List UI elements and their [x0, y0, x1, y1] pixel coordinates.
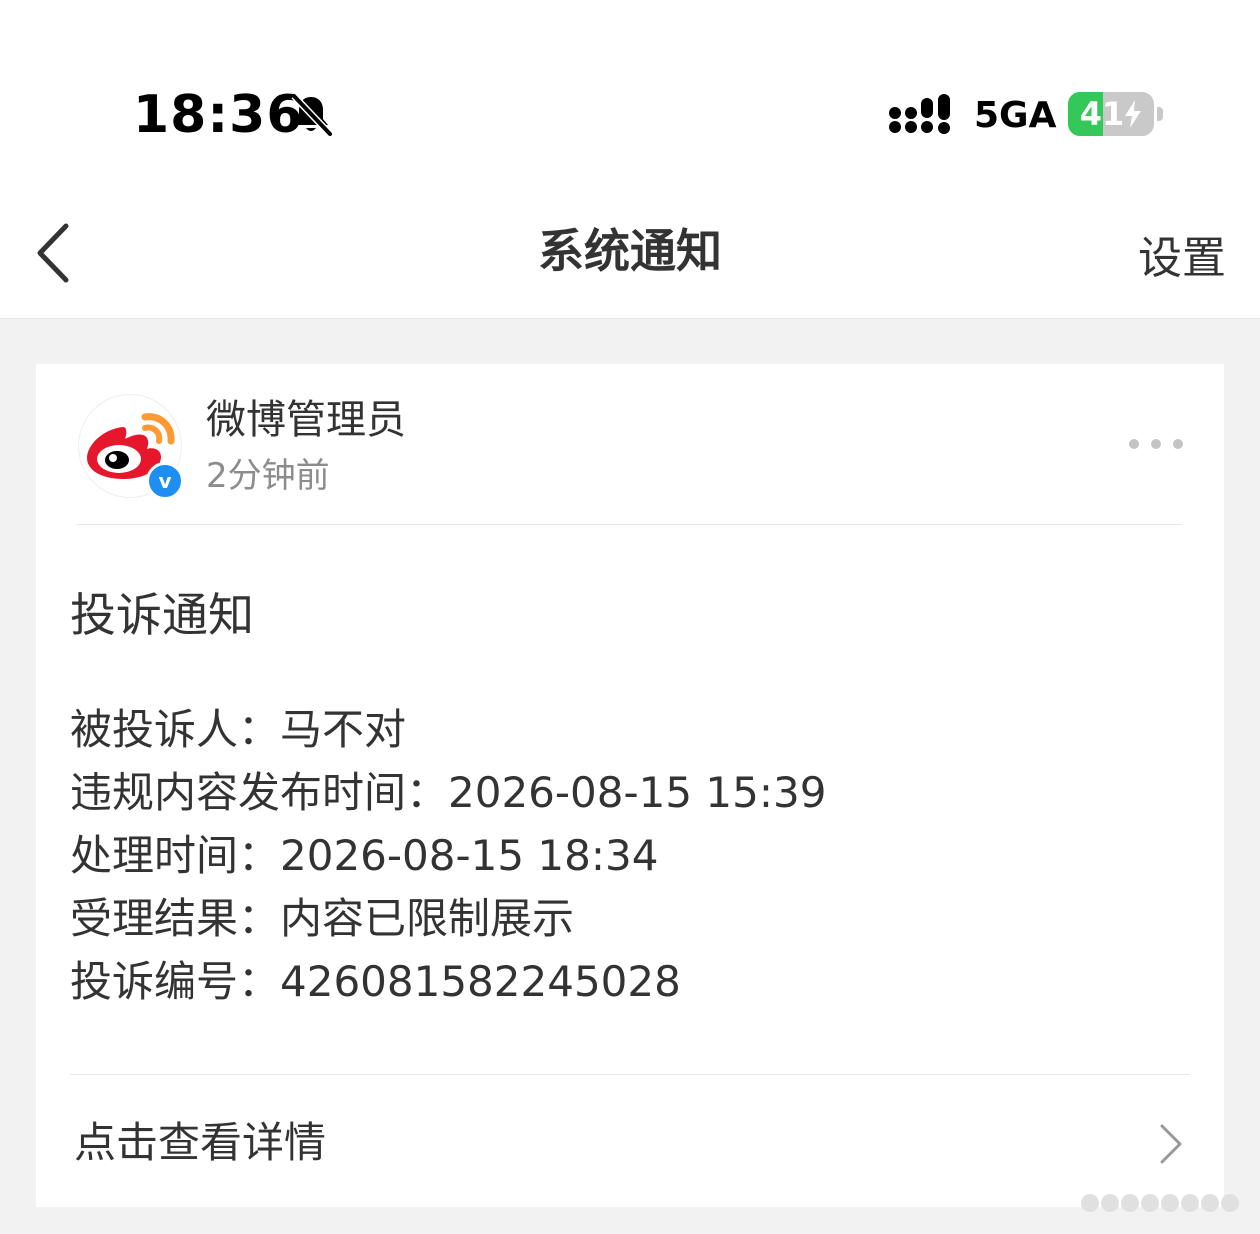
battery-body: 41 — [1068, 92, 1154, 136]
notice-details: 被投诉人：马不对 违规内容发布时间：2026-08-15 15:39 处理时间：… — [70, 698, 826, 1013]
view-details-link[interactable]: 点击查看详情 — [36, 1104, 1224, 1184]
battery-percent-text: 41 — [1079, 95, 1125, 133]
notification-card: v 微博管理员 2分钟前 投诉通知 被投诉人：马不对 违规内容发布时间：2026… — [36, 364, 1224, 1207]
detail-process-time: 处理时间：2026-08-15 18:34 — [70, 831, 659, 880]
bolt-icon — [1125, 100, 1142, 128]
chevron-right-icon — [1160, 1124, 1182, 1164]
bell-slash-icon — [291, 93, 333, 137]
watermark-dots — [1081, 1194, 1239, 1212]
header-divider — [76, 524, 1182, 525]
detail-complained-person: 被投诉人：马不对 — [70, 705, 407, 754]
network-type: 5GA — [974, 95, 1057, 136]
status-bar: 18:36 5GA 41 — [0, 0, 1260, 190]
battery-cap — [1157, 107, 1163, 121]
page-title: 系统通知 — [538, 224, 722, 278]
footer-divider — [70, 1074, 1190, 1075]
battery-label: 41 — [1068, 92, 1154, 136]
notice-title: 投诉通知 — [70, 588, 254, 642]
more-dots-icon[interactable] — [1128, 434, 1184, 454]
detail-result: 受理结果：内容已限制展示 — [70, 894, 575, 943]
sender-name[interactable]: 微博管理员 — [206, 394, 406, 446]
detail-publish-time: 违规内容发布时间：2026-08-15 15:39 — [70, 768, 827, 817]
battery-indicator: 41 — [1068, 92, 1164, 136]
settings-button[interactable]: 设置 — [1138, 228, 1226, 290]
status-time: 18:36 — [133, 85, 304, 145]
cellular-signal-icon — [889, 94, 950, 134]
verified-badge-icon: v — [146, 462, 184, 500]
view-details-label: 点击查看详情 — [74, 1118, 327, 1167]
message-time: 2分钟前 — [206, 456, 330, 496]
nav-bar: 系统通知 设置 — [0, 190, 1260, 319]
detail-complaint-number: 投诉编号：426081582245028 — [70, 957, 681, 1006]
